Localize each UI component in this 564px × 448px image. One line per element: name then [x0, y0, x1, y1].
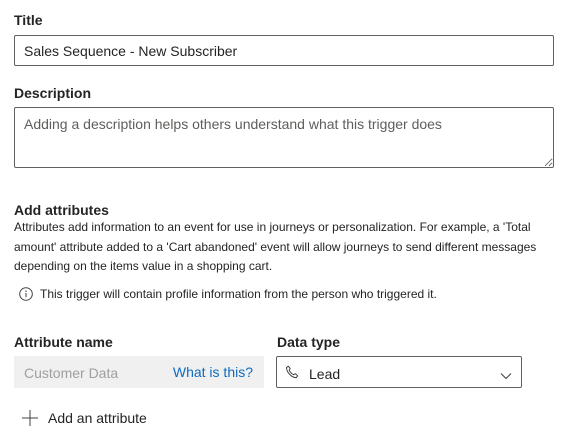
plus-icon	[22, 410, 38, 426]
description-line: amount' attribute added to a 'Cart aband…	[14, 239, 537, 254]
data-type-label: Data type	[277, 334, 341, 350]
profile-info-row: This trigger will contain profile inform…	[19, 287, 437, 301]
add-attributes-title: Add attributes	[14, 202, 109, 218]
description-line: depending on the items value in a shoppi…	[14, 259, 273, 273]
profile-info-text: This trigger will contain profile inform…	[40, 287, 437, 301]
title-label: Title	[14, 12, 43, 28]
attribute-name-placeholder: Customer Data	[24, 365, 119, 381]
description-textarea[interactable]	[14, 107, 554, 168]
attribute-name-field: Customer Data What is this?	[14, 356, 264, 388]
phone-icon	[285, 365, 299, 379]
info-circle-icon	[19, 287, 33, 301]
description-line: Attributes add information to an event f…	[14, 220, 531, 234]
title-input[interactable]	[14, 35, 554, 66]
description-label: Description	[14, 85, 92, 101]
chevron-down-icon	[500, 367, 512, 380]
add-attributes-description: Attributes add information to an event f…	[14, 218, 559, 277]
data-type-value: Lead	[309, 366, 341, 382]
add-attribute-label: Add an attribute	[48, 410, 147, 426]
add-attribute-button[interactable]: Add an attribute	[22, 410, 147, 426]
what-is-this-link[interactable]: What is this?	[173, 364, 253, 380]
attribute-name-label: Attribute name	[14, 334, 113, 350]
data-type-dropdown[interactable]: Lead	[276, 356, 522, 388]
